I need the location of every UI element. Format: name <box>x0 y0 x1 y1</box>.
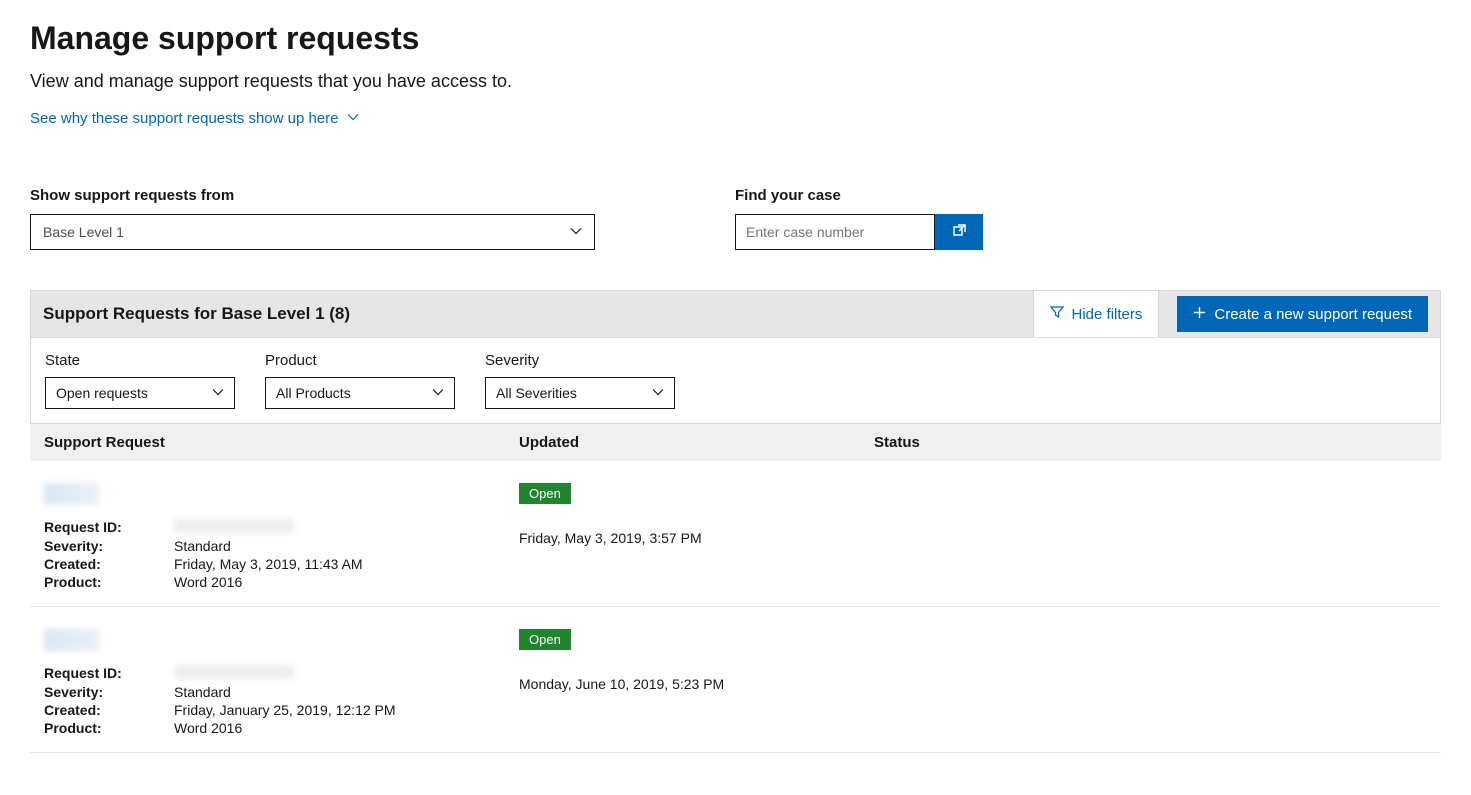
value-created: Friday, January 25, 2019, 12:12 PM <box>174 702 396 718</box>
value-created: Friday, May 3, 2019, 11:43 AM <box>174 556 363 572</box>
status-badge: Open <box>519 483 571 504</box>
find-label: Find your case <box>735 187 983 204</box>
create-request-button[interactable]: Create a new support request <box>1177 296 1428 332</box>
state-filter-value: Open requests <box>56 385 148 401</box>
product-filter-select[interactable]: All Products <box>265 377 455 409</box>
table-header: Support Request Updated Status <box>30 424 1441 461</box>
value-updated: Monday, June 10, 2019, 5:23 PM <box>519 676 874 692</box>
col-updated[interactable]: Updated <box>519 434 874 451</box>
page-subtitle: View and manage support requests that yo… <box>30 71 1441 92</box>
table-row[interactable]: Request ID: Severity:Standard Created:Fr… <box>30 461 1441 607</box>
value-product: Word 2016 <box>174 574 242 590</box>
table-row[interactable]: Request ID: Severity:Standard Created:Fr… <box>30 607 1441 753</box>
chevron-down-icon <box>570 224 582 240</box>
chevron-down-icon <box>432 385 444 401</box>
state-filter-label: State <box>45 352 235 369</box>
plus-icon <box>1193 306 1206 323</box>
chevron-down-icon <box>212 385 224 401</box>
why-link[interactable]: See why these support requests show up h… <box>30 110 359 127</box>
hide-filters-label: Hide filters <box>1072 306 1143 323</box>
severity-filter-value: All Severities <box>496 385 577 401</box>
col-status[interactable]: Status <box>874 434 1427 451</box>
scope-label: Show support requests from <box>30 187 595 204</box>
scope-select[interactable]: Base Level 1 <box>30 214 595 250</box>
value-severity: Standard <box>174 684 231 700</box>
chevron-down-icon <box>347 110 359 127</box>
label-severity: Severity: <box>44 684 174 700</box>
severity-filter-select[interactable]: All Severities <box>485 377 675 409</box>
label-created: Created: <box>44 556 174 572</box>
value-product: Word 2016 <box>174 720 242 736</box>
value-updated: Friday, May 3, 2019, 3:57 PM <box>519 530 874 546</box>
value-request-id-redacted <box>174 665 294 679</box>
label-product: Product: <box>44 574 174 590</box>
state-filter-select[interactable]: Open requests <box>45 377 235 409</box>
label-severity: Severity: <box>44 538 174 554</box>
panel-header: Support Requests for Base Level 1 (8) Hi… <box>30 290 1441 338</box>
hide-filters-button[interactable]: Hide filters <box>1033 291 1160 337</box>
chevron-down-icon <box>652 385 664 401</box>
row-title-redacted <box>44 483 99 505</box>
open-external-icon <box>950 222 968 243</box>
case-number-input[interactable] <box>735 214 935 250</box>
page-title: Manage support requests <box>30 20 1441 57</box>
label-product: Product: <box>44 720 174 736</box>
label-request-id: Request ID: <box>44 519 174 536</box>
scope-value: Base Level 1 <box>43 224 124 240</box>
panel-title: Support Requests for Base Level 1 (8) <box>43 304 350 324</box>
severity-filter-label: Severity <box>485 352 675 369</box>
status-badge: Open <box>519 629 571 650</box>
col-request[interactable]: Support Request <box>44 434 519 451</box>
filters-bar: State Open requests Product All Products… <box>30 338 1441 424</box>
label-request-id: Request ID: <box>44 665 174 682</box>
product-filter-label: Product <box>265 352 455 369</box>
why-link-text: See why these support requests show up h… <box>30 110 339 127</box>
create-request-label: Create a new support request <box>1214 306 1412 323</box>
label-created: Created: <box>44 702 174 718</box>
value-severity: Standard <box>174 538 231 554</box>
value-request-id-redacted <box>174 519 294 533</box>
product-filter-value: All Products <box>276 385 351 401</box>
row-title-redacted <box>44 629 99 651</box>
filter-icon <box>1050 305 1064 323</box>
find-case-button[interactable] <box>935 214 983 250</box>
